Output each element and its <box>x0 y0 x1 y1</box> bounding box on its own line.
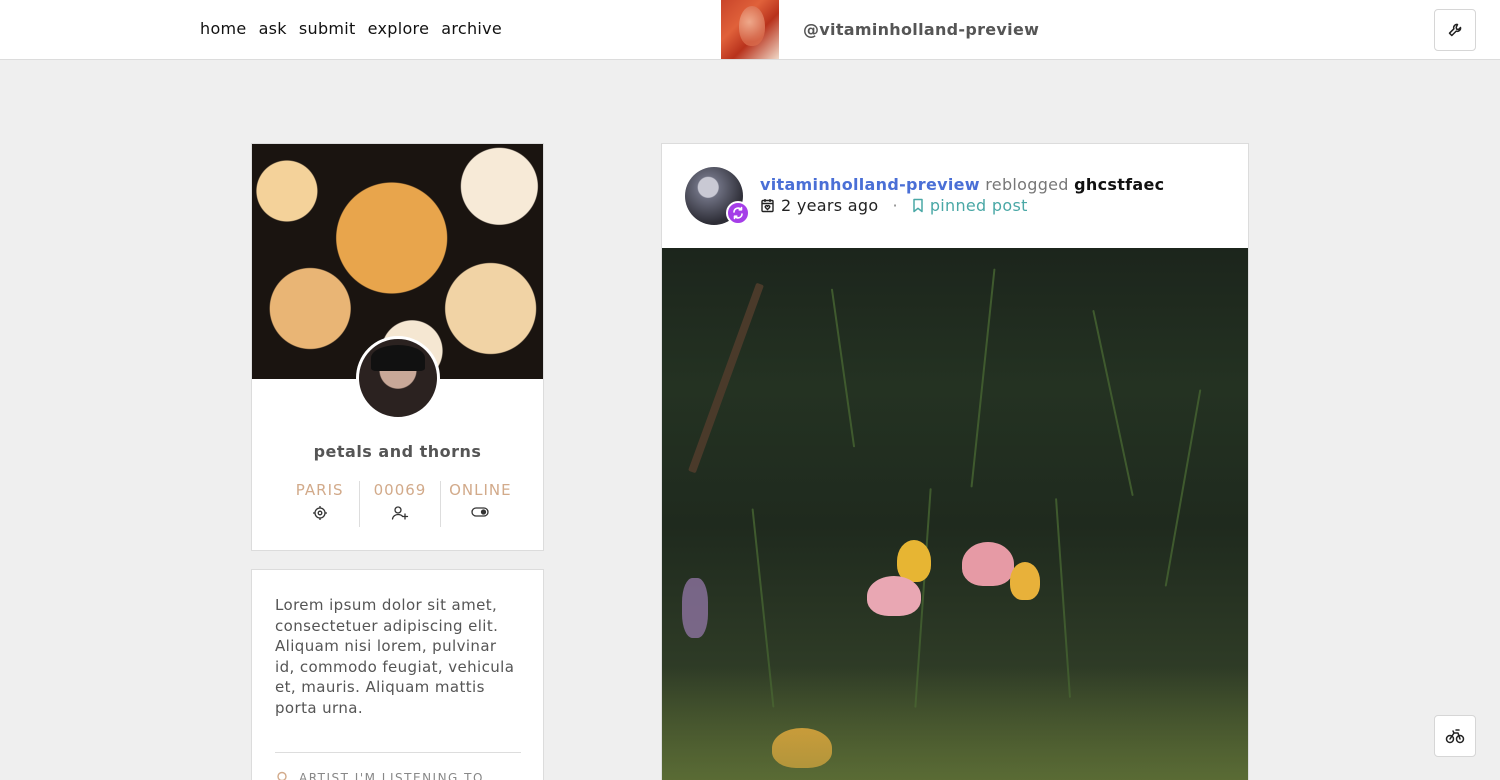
post-header: vitaminholland-preview reblogged ghcstfa… <box>760 175 1164 194</box>
toggle-icon <box>471 507 489 517</box>
listening-row: ARTIST I'M LISTENING TO <box>275 771 484 780</box>
customize-button[interactable] <box>1434 9 1476 51</box>
profile-stats: PARIS 00069 ONLINE <box>280 481 520 527</box>
reblog-badge <box>726 201 750 225</box>
bike-icon <box>1445 729 1465 744</box>
bookmark-icon <box>913 198 923 213</box>
description-card: Lorem ipsum dolor sit amet, consectetuer… <box>251 569 544 780</box>
header-avatar-image[interactable] <box>721 0 779 59</box>
post-photo[interactable] <box>662 248 1248 780</box>
nav-submit-link[interactable]: submit <box>299 19 356 38</box>
post-subheader: 2 years ago · pinned post <box>760 196 1028 215</box>
top-bar: home ask submit explore archive @vitamin… <box>0 0 1500 60</box>
profile-avatar <box>356 336 440 420</box>
post-card: vitaminholland-preview reblogged ghcstfa… <box>661 143 1249 780</box>
stat-status: ONLINE <box>439 481 520 527</box>
post-username-link[interactable]: vitaminholland-preview <box>760 175 980 194</box>
listening-label: ARTIST I'M LISTENING TO <box>299 771 484 780</box>
post-source-link[interactable]: ghcstfaec <box>1074 175 1164 194</box>
stat-location: PARIS <box>280 481 359 527</box>
meta-separator: · <box>892 196 898 215</box>
pinned-post-label: pinned post <box>929 196 1028 215</box>
stat-location-label: PARIS <box>295 481 344 499</box>
blog-handle[interactable]: @vitaminholland-preview <box>803 20 1039 39</box>
music-pin-icon <box>277 771 287 780</box>
profile-card: petals and thorns PARIS 00069 ONLINE <box>251 143 544 551</box>
blog-description: Lorem ipsum dolor sit amet, consectetuer… <box>275 596 515 717</box>
post-timestamp-link[interactable]: 2 years ago <box>781 196 878 215</box>
stat-followers: 00069 <box>359 481 439 527</box>
nav-archive-link[interactable]: archive <box>441 19 502 38</box>
post-action-text: reblogged <box>985 175 1069 194</box>
wrench-icon <box>1448 23 1462 37</box>
nav-explore-link[interactable]: explore <box>368 19 430 38</box>
nav-home-link[interactable]: home <box>200 19 247 38</box>
theme-credit-button[interactable] <box>1434 715 1476 757</box>
stat-followers-label: 00069 <box>373 481 427 499</box>
description-divider <box>275 752 521 753</box>
profile-name: petals and thorns <box>313 442 482 461</box>
stat-status-label: ONLINE <box>449 481 512 499</box>
calendar-heart-icon <box>761 199 774 213</box>
nav-ask-link[interactable]: ask <box>259 19 287 38</box>
main-nav: home ask submit explore archive <box>200 19 502 38</box>
add-user-icon <box>391 506 409 520</box>
location-target-icon <box>312 506 327 520</box>
reblog-icon <box>733 206 743 220</box>
